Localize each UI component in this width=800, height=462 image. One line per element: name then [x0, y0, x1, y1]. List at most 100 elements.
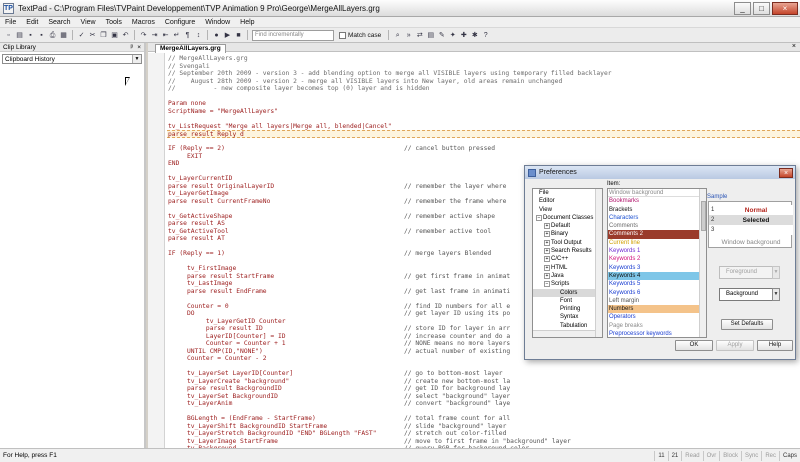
minimize-button[interactable]: _ [734, 1, 751, 15]
tab-mergealllayers[interactable]: MergeAllLayers.grg [155, 44, 226, 53]
color-item[interactable]: Preprocessor keywords [608, 330, 706, 337]
color-item[interactable]: Numbers [608, 305, 706, 314]
pin-icon[interactable]: ᵖ [131, 44, 134, 51]
code-line[interactable]: 8ScriptName = "MergeAllLayers" [167, 108, 800, 116]
code-line[interactable]: 12 [167, 138, 800, 146]
collapse-icon[interactable]: − [536, 214, 542, 221]
code-line[interactable]: 3// September 20th 2009 - version 3 - ad… [167, 70, 800, 78]
tree-vertical-scrollbar[interactable] [595, 189, 602, 337]
color-item[interactable]: Page breaks [608, 321, 706, 331]
textpad-app-icon[interactable]: TP [3, 2, 14, 14]
code-line[interactable]: 6 [167, 93, 800, 101]
code-line[interactable]: 44 tv_LayerCreate "background"// create … [167, 378, 800, 386]
menu-window[interactable]: Window [200, 19, 235, 26]
tool-3-icon[interactable]: ✚ [459, 31, 468, 40]
code-line[interactable]: 11parse result Reply d [167, 130, 800, 138]
background-color-select[interactable]: Background ▼ [719, 288, 780, 301]
code-line[interactable]: 14 EXIT [167, 153, 800, 161]
color-item-list[interactable]: Window background Bookmarks Brackets Charac… [607, 188, 707, 338]
color-item[interactable]: Keywords 5 [608, 280, 706, 289]
tool-4-icon[interactable]: ✱ [470, 31, 479, 40]
code-line[interactable]: 7Param none [167, 100, 800, 108]
sort-icon[interactable]: ↕ [194, 31, 203, 40]
color-item[interactable]: Characters [608, 213, 706, 223]
tree-item-scripts[interactable]: − Scripts [533, 280, 602, 288]
close-button[interactable]: × [772, 1, 798, 15]
find-next-icon[interactable]: » [404, 31, 413, 40]
play-icon[interactable]: ▶ [223, 31, 232, 40]
expand-icon[interactable]: + [544, 231, 550, 238]
chevron-down-icon[interactable]: ▼ [772, 288, 780, 301]
tree-item-syntax[interactable]: Syntax [533, 313, 602, 321]
code-line[interactable]: 49 BGLength = (EndFrame - StartFrame)// … [167, 415, 800, 423]
close-document-icon[interactable]: × [792, 43, 796, 50]
undo-icon[interactable]: ↶ [121, 31, 130, 40]
color-item[interactable]: Window background [608, 189, 706, 198]
color-item[interactable]: Keywords 2 [608, 255, 706, 264]
color-item[interactable]: Current line [608, 238, 706, 248]
tree-item-view[interactable]: View [533, 206, 602, 214]
color-item[interactable]: Keywords 4 [608, 271, 706, 281]
clip-library-select[interactable]: Clipboard History ▼ [2, 54, 142, 64]
dialog-close-button[interactable]: × [779, 167, 793, 178]
menu-configure[interactable]: Configure [160, 19, 200, 26]
find-icon[interactable]: ⌕ [393, 31, 402, 40]
color-item[interactable]: Comments 2 [608, 230, 706, 239]
match-case-checkbox[interactable] [339, 31, 346, 39]
menu-file[interactable]: File [0, 19, 21, 26]
visible-spaces-icon[interactable]: ¶ [183, 31, 192, 40]
menu-view[interactable]: View [76, 19, 101, 26]
menu-tools[interactable]: Tools [101, 19, 127, 26]
tree-item-tabulation[interactable]: Tabulation [533, 322, 602, 330]
print-preview-icon[interactable]: ▦ [59, 31, 68, 40]
expand-icon[interactable]: + [544, 256, 550, 263]
copy-icon[interactable]: ❐ [99, 31, 108, 40]
ok-button[interactable]: OK [675, 340, 713, 351]
tool-2-icon[interactable]: ✦ [448, 31, 457, 40]
expand-icon[interactable]: + [544, 223, 550, 230]
cut-icon[interactable]: ✂ [88, 31, 97, 40]
color-item[interactable]: Keywords 1 [608, 247, 706, 256]
maximize-button[interactable]: □ [753, 1, 770, 15]
code-line[interactable]: 5// - new composite layer becomes top (0… [167, 85, 800, 93]
tree-item-html[interactable]: + HTML [533, 264, 602, 272]
color-item[interactable]: Left margin [608, 296, 706, 306]
word-wrap-icon[interactable]: ↵ [172, 31, 181, 40]
new-icon[interactable]: ▫ [4, 31, 13, 40]
menu-search[interactable]: Search [43, 19, 75, 26]
close-pane-icon[interactable]: × [137, 44, 141, 51]
tree-item-font[interactable]: Font [533, 297, 602, 305]
collapse-icon[interactable]: − [544, 281, 550, 288]
tree-item-c-c-[interactable]: + C/C++ [533, 255, 602, 263]
code-line[interactable]: 52 tv_LayerImage StartFrame// move to fi… [167, 438, 800, 446]
menu-edit[interactable]: Edit [21, 19, 43, 26]
code-line[interactable]: 45 parse result BackgroundID// get ID fo… [167, 385, 800, 393]
tree-item-java[interactable]: + Java [533, 272, 602, 280]
expand-icon[interactable]: + [544, 239, 550, 246]
tree-item-tool-output[interactable]: + Tool Output [533, 239, 602, 247]
color-item[interactable]: Brackets [608, 205, 706, 214]
tree-item-default[interactable]: + Default [533, 222, 602, 230]
tree-item-search-results[interactable]: + Search Results [533, 247, 602, 255]
item-list-scrollbar[interactable] [699, 189, 706, 337]
set-defaults-button[interactable]: Set Defaults [721, 319, 773, 330]
code-line[interactable]: 42 [167, 363, 800, 371]
apply-button[interactable]: Apply [716, 340, 754, 351]
tree-item-colors[interactable]: Colors [533, 288, 602, 297]
code-line[interactable]: 47 tv_LayerAnim// convert "background" l… [167, 400, 800, 408]
indent-icon[interactable]: ⇥ [150, 31, 159, 40]
code-line[interactable]: 2// Svengali [167, 63, 800, 71]
help-icon[interactable]: ? [481, 31, 490, 40]
tree-item-document-classes[interactable]: − Document Classes [533, 214, 602, 222]
code-line[interactable]: 9 [167, 115, 800, 123]
code-line[interactable]: 4// August 28th 2009 - version 2 - merge… [167, 78, 800, 86]
code-line[interactable]: 10tv_ListRequest "Merge all layers|Merge… [167, 123, 800, 131]
help-button[interactable]: Help [757, 340, 793, 351]
code-line[interactable]: 13IF (Reply == 2)// cancel button presse… [167, 145, 800, 153]
save-icon[interactable]: ▪ [26, 31, 35, 40]
save-all-icon[interactable]: ▪ [37, 31, 46, 40]
tree-item-binary[interactable]: + Binary [533, 230, 602, 238]
chevron-down-icon[interactable]: ▼ [132, 55, 141, 63]
record-icon[interactable]: ● [212, 31, 221, 40]
color-item[interactable]: Keywords 6 [608, 288, 706, 297]
